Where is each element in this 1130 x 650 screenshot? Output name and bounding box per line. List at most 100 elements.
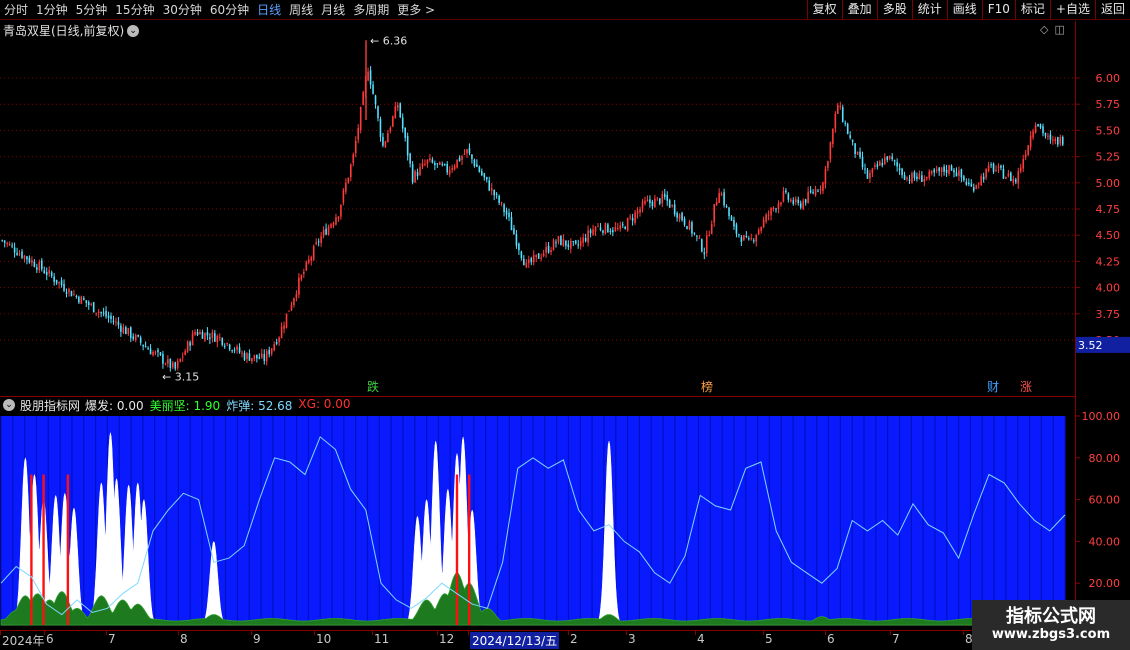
event-marker[interactable]: 财 (987, 380, 999, 394)
candle-body (938, 167, 940, 172)
indicator-value-item: 美丽坚: 1.90 (150, 397, 221, 414)
candle-body (683, 218, 686, 225)
candle-body (888, 155, 891, 159)
event-marker[interactable]: 跌 (367, 379, 379, 394)
candle-body (78, 296, 80, 303)
chevron-down-icon[interactable]: ⌄ (127, 24, 140, 37)
candle-body (253, 354, 256, 359)
candle-body (557, 236, 560, 242)
candle-body (162, 353, 164, 364)
period-tab[interactable]: 60分钟 (206, 0, 253, 20)
period-toolbar: 分时 1分钟 5分钟 15分钟 30分钟 60分钟 日线 周线 月线 多周期 更多 > 复权 叠加 多股… (0, 0, 1130, 20)
period-tab[interactable]: 30分钟 (159, 0, 206, 20)
candle-body (839, 106, 842, 108)
indicator-chart[interactable]: 100.00 80.00 60.00 40.00 20.00 (0, 397, 1130, 629)
price-tick-label: 5.75 (1096, 98, 1121, 111)
period-tab[interactable]: 更多 > (393, 0, 439, 20)
candle-body (288, 310, 290, 312)
indicator-value-label: XG: (298, 396, 320, 411)
candle-body (451, 168, 453, 170)
event-marker[interactable]: 榜 (701, 379, 713, 394)
candle-body (876, 164, 879, 167)
candle-body (209, 337, 211, 339)
candle-body (268, 349, 271, 355)
candle-body (1000, 165, 1002, 168)
candle-body (194, 332, 196, 335)
toolbar-button[interactable]: 复权 (806, 0, 842, 20)
candle-body (980, 175, 982, 186)
price-tick-label: 5.00 (1096, 177, 1121, 190)
toolbar-button[interactable]: +自选 (1049, 0, 1095, 20)
candle-body (688, 221, 691, 230)
candle-body (414, 171, 416, 183)
candle-body (1024, 154, 1027, 158)
candle-body (426, 159, 429, 164)
candle-body (646, 199, 649, 201)
candle-body (1010, 172, 1012, 182)
candle-body (1037, 124, 1039, 127)
chevron-down-icon[interactable]: ⌄ (3, 399, 15, 411)
candle-body (1042, 126, 1044, 134)
event-marker[interactable]: 涨 (1020, 379, 1032, 394)
candle-body (236, 346, 238, 350)
toolbar-button[interactable]: 统计 (911, 0, 947, 20)
indicator-name[interactable]: 股朋指标网 (20, 397, 80, 414)
candle-body (63, 284, 65, 291)
period-tab[interactable]: 多周期 (349, 0, 393, 20)
diamond-icon[interactable]: ◇ (1040, 23, 1048, 36)
candle-body (728, 207, 730, 217)
candle-body (305, 261, 308, 271)
period-tab[interactable]: 周线 (285, 0, 317, 20)
window-toggle-icon[interactable]: ◫ (1054, 23, 1064, 36)
candle-body (676, 212, 678, 218)
period-tab[interactable]: 日线 (253, 0, 285, 20)
price-axis-divider (1075, 21, 1076, 629)
candle-body (147, 348, 149, 350)
candle-body (488, 180, 491, 191)
candle-body (624, 226, 627, 230)
candle-body (310, 257, 313, 261)
period-tab[interactable]: 分时 (0, 0, 32, 20)
toolbar-button[interactable]: 返回 (1094, 0, 1130, 20)
candle-body (703, 252, 706, 255)
period-tab[interactable]: 15分钟 (111, 0, 158, 20)
candle-body (515, 233, 518, 246)
price-tick-label: 4.25 (1096, 255, 1121, 268)
toolbar-button[interactable]: 标记 (1014, 0, 1050, 20)
toolbar-button[interactable]: F10 (981, 0, 1015, 20)
candle-body (226, 342, 228, 345)
candle-body (137, 334, 140, 337)
candle-body (441, 164, 444, 166)
candle-body (770, 207, 772, 216)
period-tab[interactable]: 1分钟 (32, 0, 72, 20)
candle-body (436, 163, 439, 165)
candle-body (36, 267, 38, 270)
candle-body (945, 169, 948, 173)
price-chart[interactable]: 6.00 5.75 5.50 5.25 5.00 4.75 4.50 4.25 4.00 3.75… (0, 21, 1130, 395)
toolbar-button[interactable]: 叠加 (841, 0, 877, 20)
candle-body (184, 351, 186, 355)
candle-body (312, 246, 315, 260)
date-label: 4 (697, 632, 705, 646)
candle-body (923, 178, 926, 182)
stock-title-text: 青岛双星(日线,前复权) (3, 24, 125, 38)
period-tab[interactable]: 月线 (317, 0, 349, 20)
candle-body (975, 185, 978, 189)
period-tab[interactable]: 5分钟 (72, 0, 112, 20)
price-chart-panel[interactable]: 6.00 5.75 5.50 5.25 5.00 4.75 4.50 4.25 4.00 3.75… (0, 21, 1130, 395)
toolbar-button[interactable]: 画线 (946, 0, 982, 20)
watermark-title: 指标公式网 (1006, 606, 1096, 627)
candle-body (992, 163, 995, 172)
candle-body (1, 240, 4, 242)
candle-body (40, 260, 43, 270)
date-tick (372, 631, 373, 635)
candle-body (570, 240, 572, 249)
candle-body (421, 163, 424, 167)
candle-body (641, 201, 644, 209)
candle-body (743, 235, 745, 241)
toolbar-button[interactable]: 多股 (876, 0, 912, 20)
candle-body (715, 201, 718, 206)
candle-body (248, 353, 251, 361)
candle-body (401, 117, 404, 129)
candle-body (651, 201, 654, 207)
